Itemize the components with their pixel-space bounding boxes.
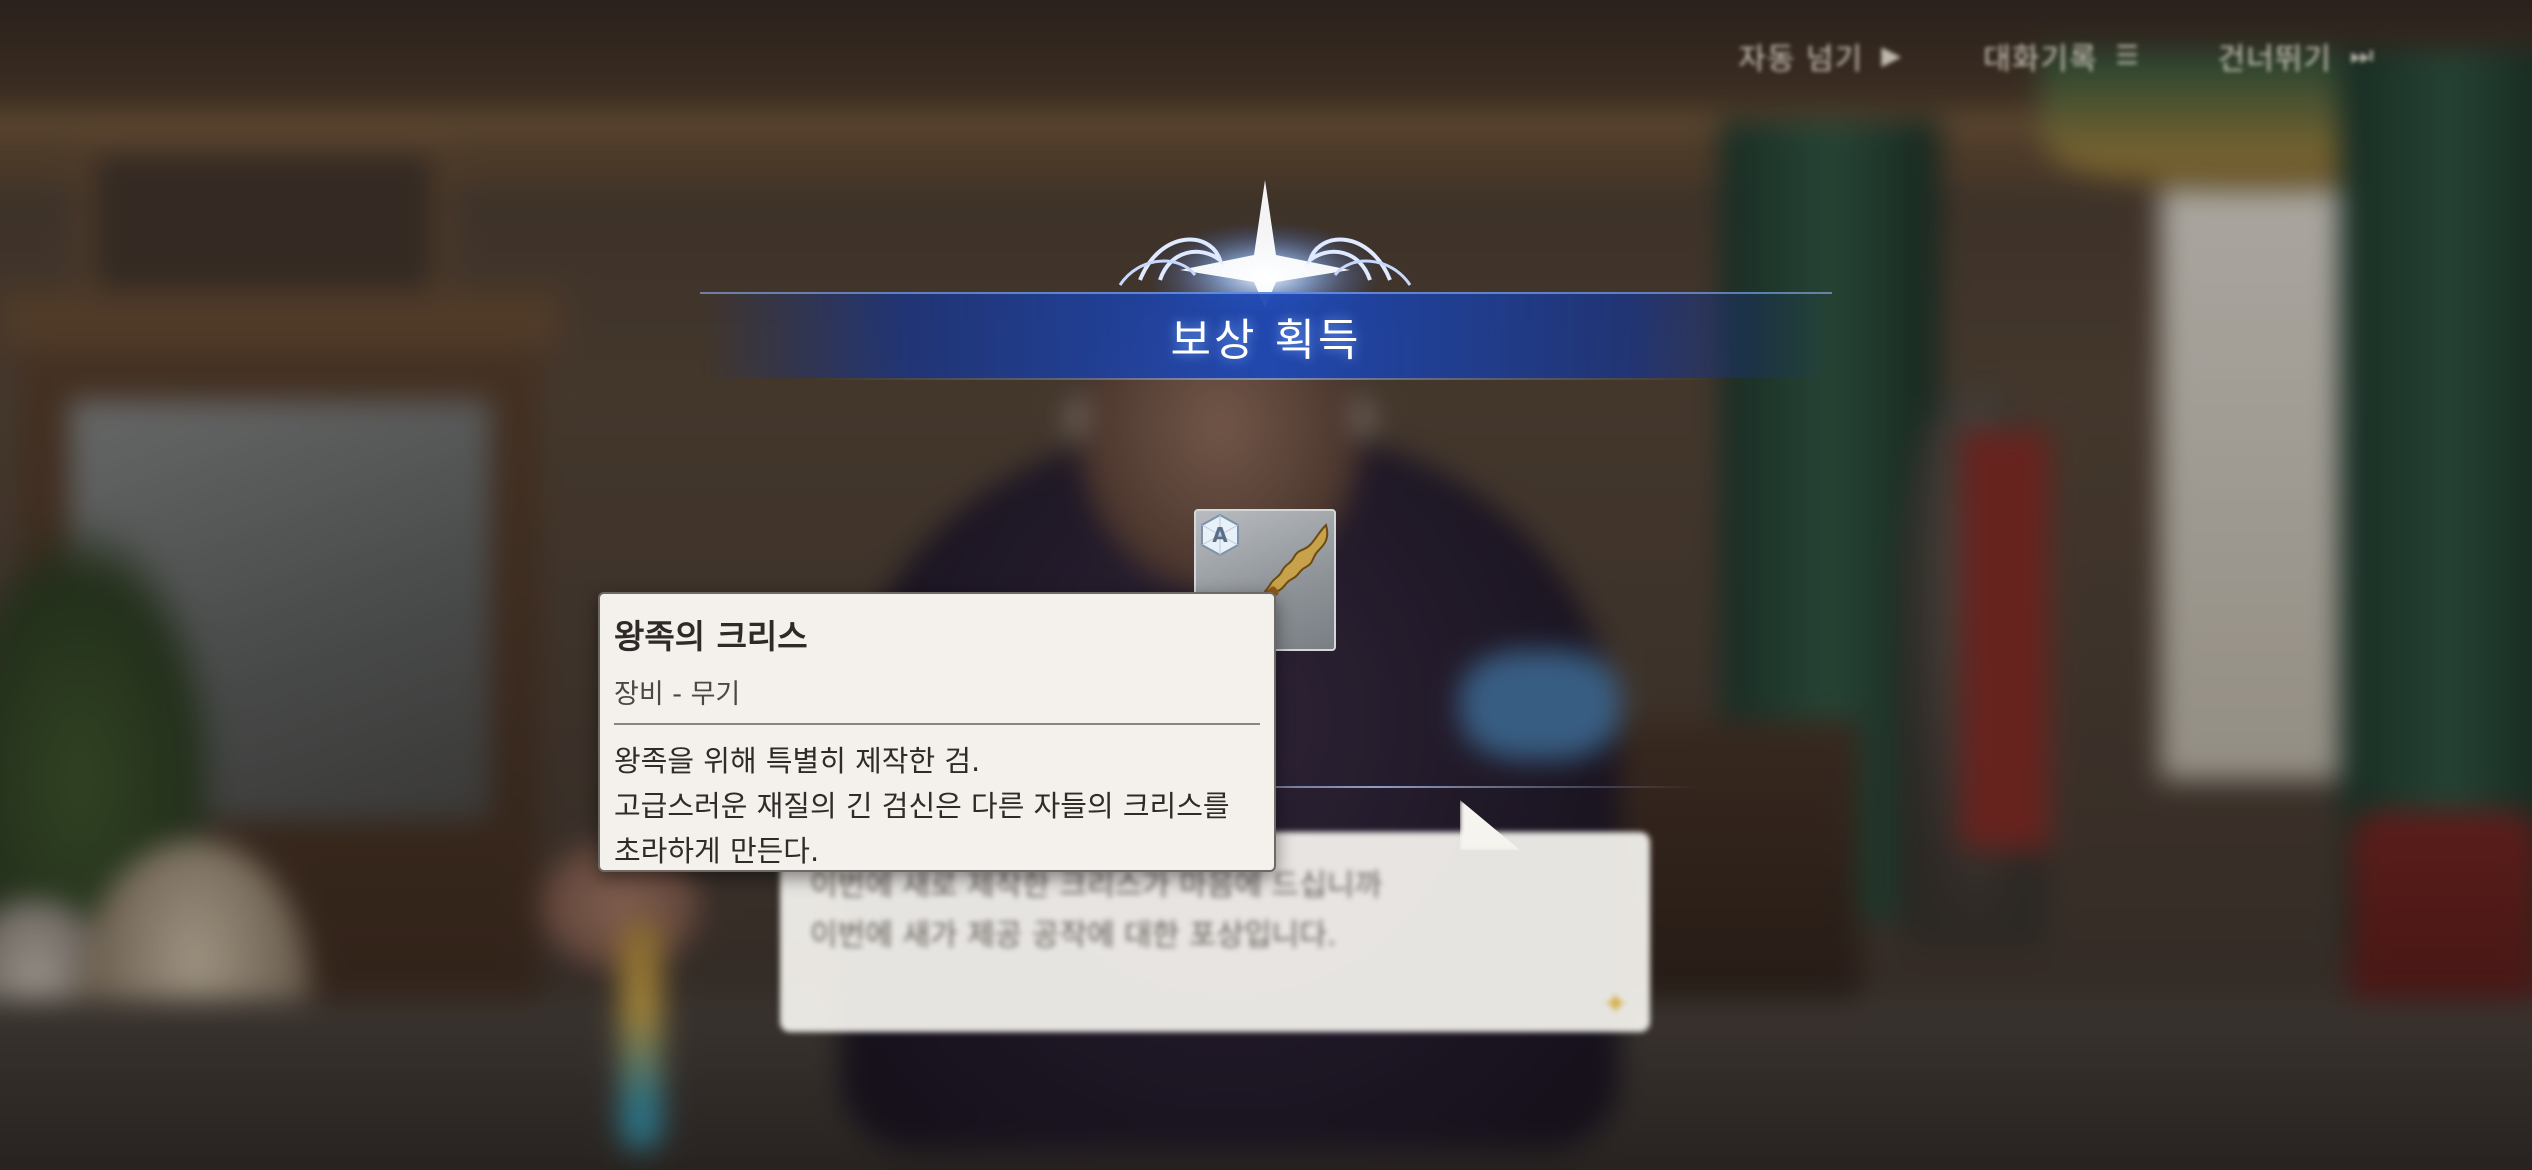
log-icon: ☰ [2115, 41, 2140, 71]
dialogue-log-label: 대화기록 [1983, 42, 2098, 77]
grade-letter: A [1212, 523, 1228, 547]
dialogue-log-button[interactable]: 대화기록 ☰ [1983, 34, 2140, 78]
tooltip-divider [614, 723, 1260, 725]
description-line-1: 왕족을 위해 특별히 제작한 검. [614, 744, 981, 778]
skip-label: 건너뛰기 [2217, 42, 2332, 77]
play-arrow-icon: ▶ [1881, 41, 1903, 71]
reward-title: 보상 획득 [1170, 315, 1362, 366]
reward-banner: 보상 획득 [700, 292, 1832, 380]
top-menu: 자동 넘기 ▶ 대화기록 ☰ 건너뛰기 ⏭ [1738, 34, 2375, 78]
item-type: 장비 - 무기 [614, 679, 741, 710]
auto-advance-button[interactable]: 자동 넘기 ▶ [1738, 34, 1903, 78]
item-name: 왕족의 크리스 [614, 617, 808, 656]
skip-button[interactable]: 건너뛰기 ⏭ [2217, 34, 2375, 78]
item-description: 왕족을 위해 특별히 제작한 검. 고급스러운 재질의 긴 검신은 다른 자들의… [614, 739, 1260, 874]
star-emblem-icon [1118, 180, 1412, 310]
description-line-3: 초라하게 만든다. [614, 834, 820, 868]
description-line-2: 고급스러운 재질의 긴 검신은 다른 자들의 크리스를 [614, 789, 1230, 823]
dialogue-line-2: 이번에 새가 제공 공작에 대한 포상입니다. [810, 918, 1337, 953]
grade-a-badge-icon: A [1201, 513, 1239, 557]
next-indicator-icon: ✦ [1602, 987, 1628, 1022]
item-tooltip: 왕족의 크리스 장비 - 무기 왕족을 위해 특별히 제작한 검. 고급스러운 … [598, 592, 1276, 872]
skip-icon: ⏭ [2350, 41, 2375, 71]
auto-advance-label: 자동 넘기 [1738, 42, 1864, 77]
